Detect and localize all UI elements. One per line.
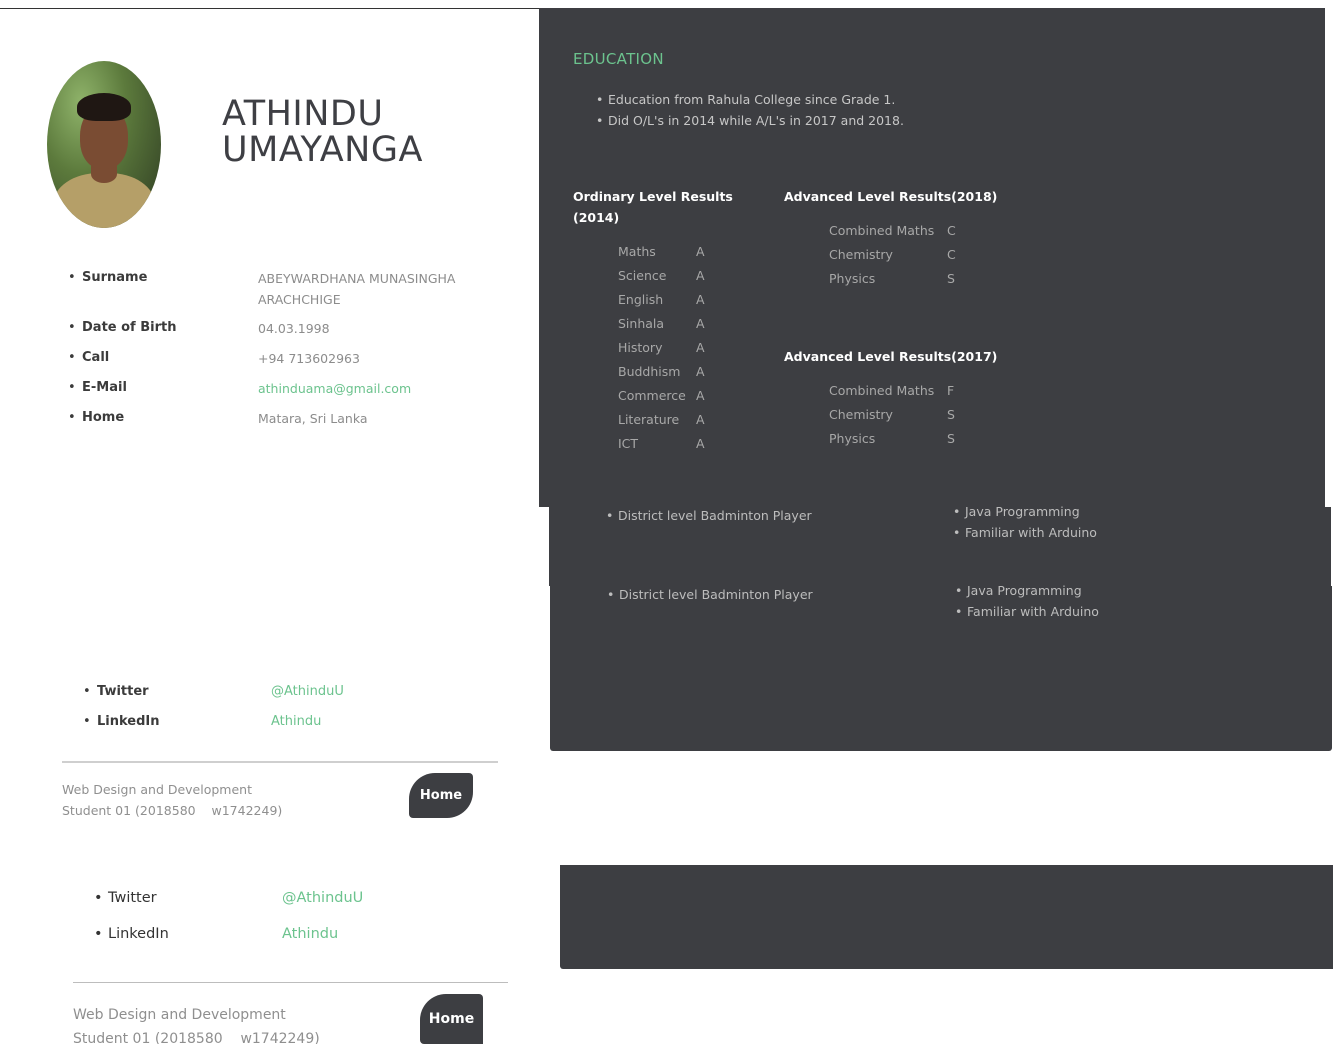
home-button[interactable]: Home [409, 773, 473, 818]
education-bullets: Education from Rahula College since Grad… [596, 89, 904, 131]
result-subject: Combined Maths [829, 223, 935, 238]
education-bullet: Education from Rahula College since Grad… [596, 89, 904, 110]
skill-item: Java Programming [955, 583, 1082, 598]
result-grade: A [696, 388, 705, 403]
result-subject: Chemistry [829, 247, 893, 262]
result-subject: Physics [829, 271, 876, 286]
last-name: UMAYANGA [222, 130, 423, 170]
footer-divider [62, 761, 498, 763]
first-name: ATHINDU [222, 94, 384, 134]
ol-title-line2: (2014) [573, 210, 620, 225]
top-rule [0, 8, 540, 9]
email-link[interactable]: athinduama@gmail.com [258, 378, 411, 399]
result-grade: A [696, 340, 705, 355]
result-grade: A [696, 412, 705, 427]
info-label: Date of Birth [68, 320, 177, 335]
info-label: Home [68, 410, 124, 425]
result-grade: A [696, 268, 705, 283]
footer-text-duplicate: Web Design and Development Student 01 (2… [73, 1003, 320, 1044]
skill-item: Java Programming [953, 504, 1080, 519]
education-bullet: Did O/L's in 2014 while A/L's in 2017 an… [596, 110, 904, 131]
result-grade: A [696, 364, 705, 379]
info-value: ABEYWARDHANA MUNASINGHA [258, 271, 456, 286]
footer-line2: Student 01 (2018580 w1742249) [62, 803, 283, 818]
result-grade: C [947, 223, 956, 238]
social-label-linkedin: LinkedIn [83, 714, 159, 729]
social-label-twitter: Twitter [94, 890, 156, 906]
result-grade: A [696, 244, 705, 259]
footer-text: Web Design and Development Student 01 (2… [62, 779, 282, 821]
info-value: +94 713602963 [258, 351, 360, 366]
result-subject: Maths [618, 244, 656, 259]
profile-photo [47, 61, 161, 228]
linkedin-link[interactable]: Athindu [282, 926, 338, 942]
footer-divider [73, 982, 508, 983]
al2017-results-title: Advanced Level Results(2017) [784, 349, 998, 364]
result-grade: S [947, 431, 955, 446]
result-grade: S [947, 271, 955, 286]
result-subject: English [618, 292, 664, 307]
twitter-link[interactable]: @AthinduU [271, 684, 344, 699]
info-value: 04.03.1998 [258, 321, 330, 336]
result-subject: Buddhism [618, 364, 681, 379]
ol-title-line1: Ordinary Level Results [573, 189, 733, 204]
result-grade: A [696, 436, 705, 451]
education-title: EDUCATION [573, 50, 664, 68]
result-grade: A [696, 292, 705, 307]
result-subject: Combined Maths [829, 383, 935, 398]
result-grade: F [947, 383, 955, 398]
ol-results-title: Ordinary Level Results (2014) [573, 186, 733, 228]
education-panel [539, 8, 1325, 507]
footer-line2: Student 01 (2018580 w1742249) [73, 1031, 320, 1044]
result-subject: ICT [618, 436, 639, 451]
result-subject: Physics [829, 431, 876, 446]
twitter-link[interactable]: @AthinduU [282, 890, 363, 906]
result-subject: Commerce [618, 388, 686, 403]
result-grade: A [696, 316, 705, 331]
footer-line1: Web Design and Development [62, 782, 252, 797]
social-label-linkedin: LinkedIn [94, 926, 169, 942]
activities-panel-duplicate [550, 586, 1332, 751]
info-value: ARACHCHIGE [258, 292, 341, 307]
skill-item: Familiar with Arduino [953, 525, 1097, 540]
result-subject: Sinhala [618, 316, 665, 331]
info-label: Surname [68, 270, 148, 285]
result-subject: Science [618, 268, 667, 283]
result-grade: S [947, 407, 955, 422]
al2018-results-title: Advanced Level Results(2018) [784, 189, 998, 204]
result-subject: Literature [618, 412, 680, 427]
result-subject: History [618, 340, 663, 355]
result-grade: C [947, 247, 956, 262]
social-label-twitter: Twitter [83, 684, 148, 699]
info-label: Call [68, 350, 109, 365]
info-label: E-Mail [68, 380, 127, 395]
skill-item: Familiar with Arduino [955, 604, 1099, 619]
footer-line1: Web Design and Development [73, 1007, 286, 1023]
profile-name: ATHINDU UMAYANGA [222, 96, 423, 168]
info-value: Matara, Sri Lanka [258, 411, 368, 426]
bottom-panel [560, 865, 1333, 969]
activity-item: District level Badminton Player [607, 587, 813, 602]
activity-item: District level Badminton Player [606, 508, 812, 523]
result-subject: Chemistry [829, 407, 893, 422]
linkedin-link[interactable]: Athindu [271, 714, 321, 729]
home-button[interactable]: Home [420, 994, 483, 1044]
